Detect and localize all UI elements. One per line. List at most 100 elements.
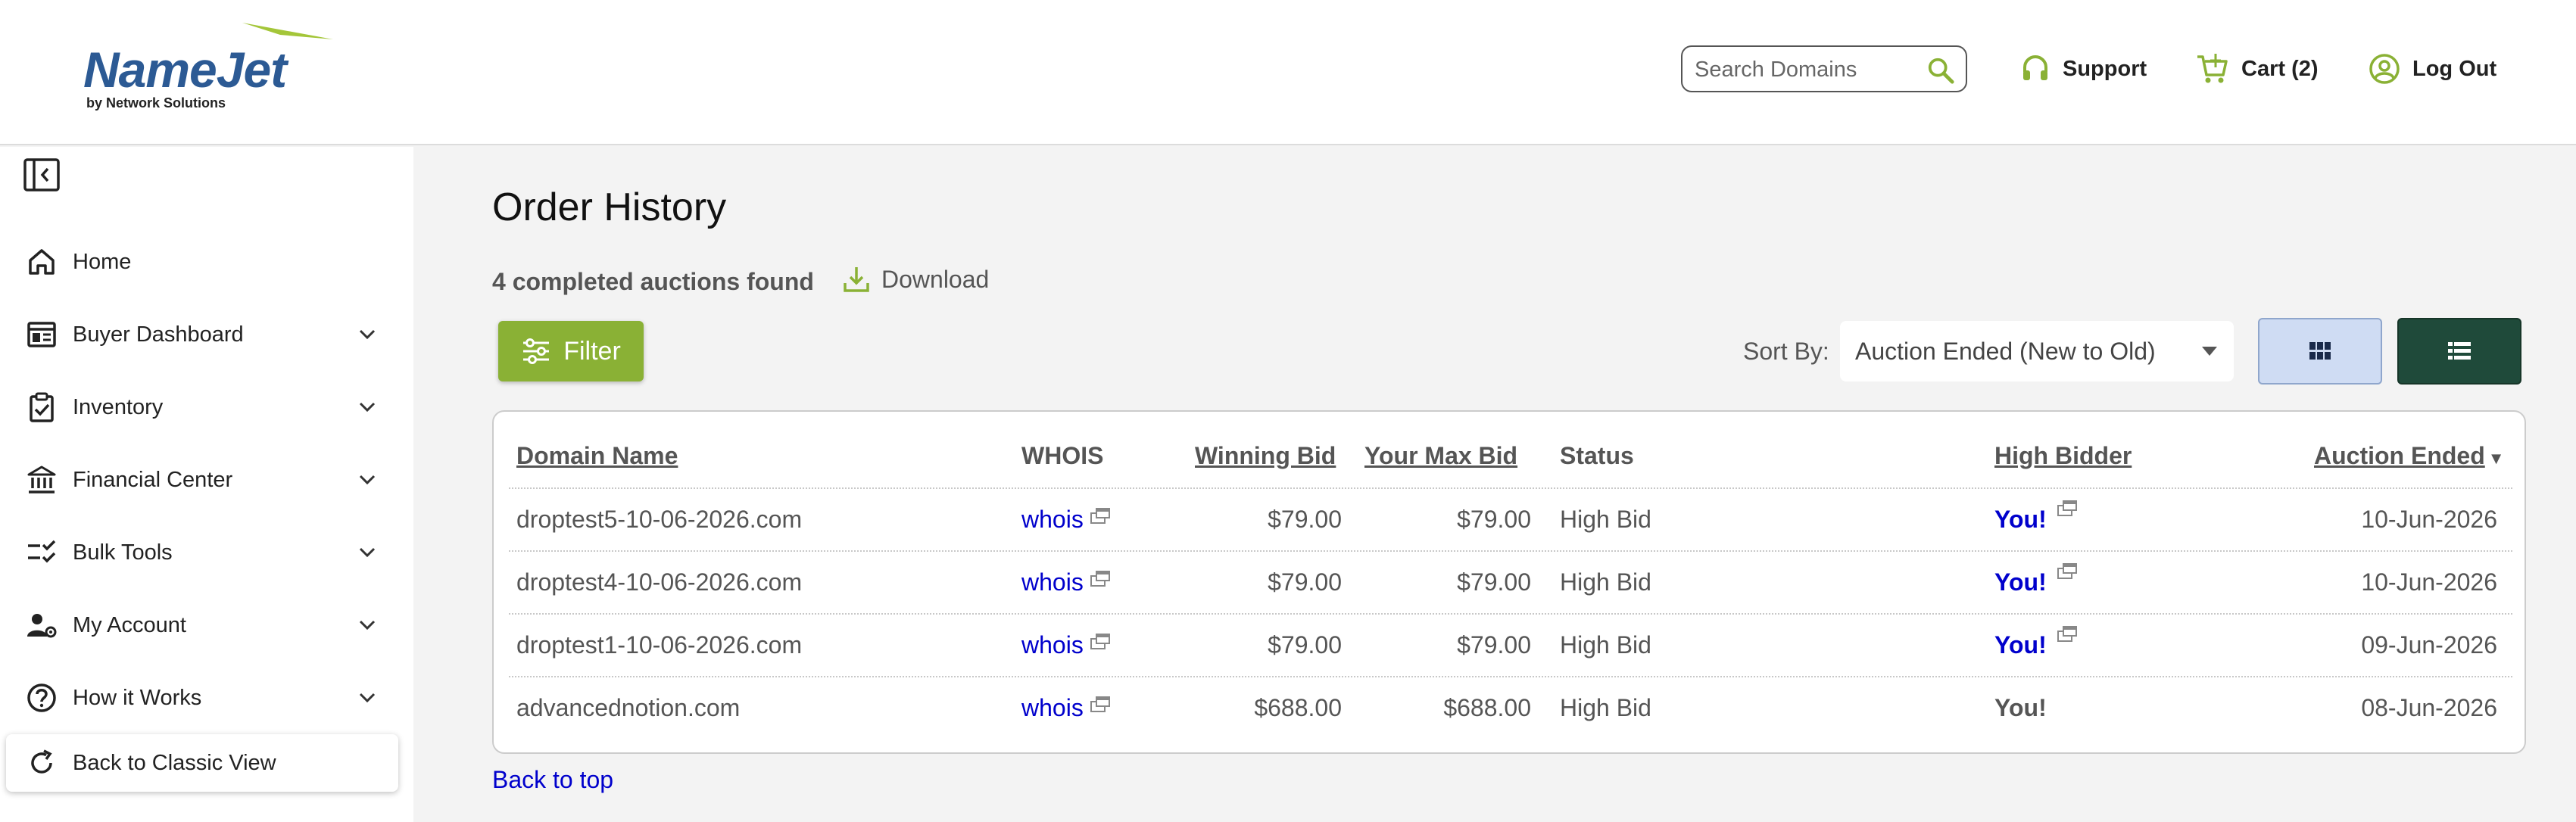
sort-select-value: Auction Ended (New to Old): [1855, 337, 2156, 365]
winning-bid-cell: $79.00: [1268, 568, 1342, 596]
sidebar-item-label: My Account: [73, 612, 186, 637]
sidebar-item-financial-center[interactable]: Financial Center: [0, 450, 413, 510]
domain-name-cell: droptest5-10-06-2026.com: [516, 506, 803, 533]
high-bidder-cell: You!: [1994, 500, 2077, 534]
high-bidder-cell: You!: [1994, 626, 2077, 659]
external-window-icon[interactable]: [2057, 625, 2078, 643]
column-header-max-bid[interactable]: Your Max Bid: [1364, 442, 1517, 470]
list-icon: [2448, 342, 2471, 360]
max-bid-cell: $688.00: [1443, 694, 1531, 721]
grid-view-button[interactable]: [2258, 318, 2382, 385]
chevron-down-icon[interactable]: [354, 467, 380, 493]
chevron-down-icon[interactable]: [354, 394, 380, 420]
winning-bid-cell: $79.00: [1268, 506, 1342, 533]
sidebar-item-label: Buyer Dashboard: [73, 322, 244, 347]
column-header-winning-bid[interactable]: Winning Bid: [1195, 442, 1336, 470]
chevron-down-icon[interactable]: [354, 685, 380, 711]
high-bidder-text: You!: [1994, 694, 2047, 721]
sidebar-item-label: Home: [73, 249, 132, 274]
external-window-icon[interactable]: [1090, 570, 1111, 588]
column-header-domain-name[interactable]: Domain Name: [516, 442, 678, 470]
order-history-table: Domain Name WHOIS Winning Bid Your Max B…: [492, 410, 2526, 754]
status-cell: High Bid: [1560, 506, 1651, 533]
classic-view-label: Back to Classic View: [73, 750, 276, 775]
table-row: advancednotion.com whois $688.00 $688.00…: [509, 676, 2512, 739]
sidebar-item-how-it-works[interactable]: How it Works: [0, 668, 413, 728]
sidebar-item-label: Bulk Tools: [73, 540, 173, 565]
whois-link[interactable]: whois: [1021, 506, 1084, 533]
sidebar-collapse-icon[interactable]: [23, 157, 61, 192]
sliders-icon: [523, 338, 550, 364]
external-window-icon[interactable]: [2057, 500, 2078, 518]
support-label: Support: [2063, 56, 2147, 81]
user-gear-icon: [27, 614, 57, 638]
search-icon[interactable]: [1926, 56, 1955, 85]
table-row: droptest4-10-06-2026.com whois $79.00 $7…: [509, 550, 2512, 613]
namejet-logo[interactable]: NameJet by Network Solutions: [83, 20, 348, 118]
cart-icon: [2197, 54, 2228, 83]
logout-link[interactable]: Log Out: [2369, 50, 2496, 88]
caret-down-icon: [2202, 347, 2217, 356]
sidebar-item-label: Inventory: [73, 394, 164, 419]
results-count: 4 completed auctions found: [492, 268, 814, 295]
domain-name-cell: droptest4-10-06-2026.com: [516, 568, 803, 596]
winning-bid-cell: $79.00: [1268, 631, 1342, 659]
max-bid-cell: $79.00: [1457, 506, 1531, 533]
sidebar-item-home[interactable]: Home: [0, 232, 413, 292]
support-link[interactable]: Support: [2020, 50, 2147, 88]
clipboard-check-icon: [30, 392, 54, 422]
high-bidder-cell: You!: [1994, 563, 2077, 596]
auction-ended-cell: 10-Jun-2026: [2361, 506, 2497, 533]
auction-ended-label: Auction Ended: [2314, 442, 2485, 469]
chevron-down-icon[interactable]: [354, 612, 380, 638]
column-header-auction-ended[interactable]: Auction Ended ▼: [2314, 442, 2505, 470]
column-header-high-bidder[interactable]: High Bidder: [1994, 442, 2132, 470]
sidebar: Home Buyer Dashboard Inventory Financial…: [0, 147, 413, 822]
auction-ended-cell: 10-Jun-2026: [2361, 568, 2497, 596]
whois-link[interactable]: whois: [1021, 694, 1084, 721]
sort-by-label: Sort By:: [1743, 338, 1829, 365]
refresh-icon: [31, 749, 52, 774]
whois-link[interactable]: whois: [1021, 631, 1084, 659]
back-to-classic-view-button[interactable]: Back to Classic View: [6, 734, 398, 792]
high-bidder-link[interactable]: You!: [1994, 568, 2047, 596]
download-link[interactable]: Download: [842, 265, 989, 294]
filter-button[interactable]: Filter: [498, 321, 644, 381]
domain-name-cell: droptest1-10-06-2026.com: [516, 631, 803, 659]
sidebar-item-my-account[interactable]: My Account: [0, 595, 413, 655]
whois-link[interactable]: whois: [1021, 568, 1084, 596]
domain-name-cell: advancednotion.com: [516, 694, 741, 721]
cart-link[interactable]: Cart (2): [2196, 50, 2319, 88]
search-input[interactable]: [1695, 54, 1922, 85]
headset-icon: [2023, 55, 2047, 80]
whois-cell: whois: [1021, 694, 1110, 722]
chevron-down-icon[interactable]: [354, 322, 380, 347]
back-to-top-link[interactable]: Back to top: [492, 766, 613, 794]
high-bidder-link[interactable]: You!: [1994, 631, 2047, 659]
status-cell: High Bid: [1560, 694, 1651, 721]
whois-cell: whois: [1021, 506, 1110, 534]
sidebar-item-label: How it Works: [73, 685, 202, 710]
external-window-icon[interactable]: [1090, 633, 1111, 651]
sort-select[interactable]: Auction Ended (New to Old): [1840, 321, 2234, 381]
status-cell: High Bid: [1560, 631, 1651, 659]
logo-subtext: by Network Solutions: [86, 95, 226, 111]
table-row: droptest5-10-06-2026.com whois $79.00 $7…: [509, 487, 2512, 550]
sidebar-item-label: Financial Center: [73, 467, 233, 492]
column-header-whois: WHOIS: [1021, 442, 1104, 469]
list-view-button[interactable]: [2397, 318, 2521, 385]
home-icon: [29, 249, 55, 275]
external-window-icon[interactable]: [1090, 507, 1111, 525]
external-window-icon[interactable]: [1090, 696, 1111, 714]
column-header-status: Status: [1560, 442, 1634, 469]
sidebar-item-inventory[interactable]: Inventory: [0, 377, 413, 437]
auction-ended-cell: 09-Jun-2026: [2361, 631, 2497, 659]
sort-desc-icon: ▼: [2487, 449, 2505, 468]
sidebar-item-buyer-dashboard[interactable]: Buyer Dashboard: [0, 304, 413, 365]
high-bidder-link[interactable]: You!: [1994, 506, 2047, 533]
whois-cell: whois: [1021, 631, 1110, 659]
sidebar-item-bulk-tools[interactable]: Bulk Tools: [0, 522, 413, 583]
chevron-down-icon[interactable]: [354, 540, 380, 565]
external-window-icon[interactable]: [2057, 562, 2078, 581]
dashboard-icon: [27, 322, 56, 347]
